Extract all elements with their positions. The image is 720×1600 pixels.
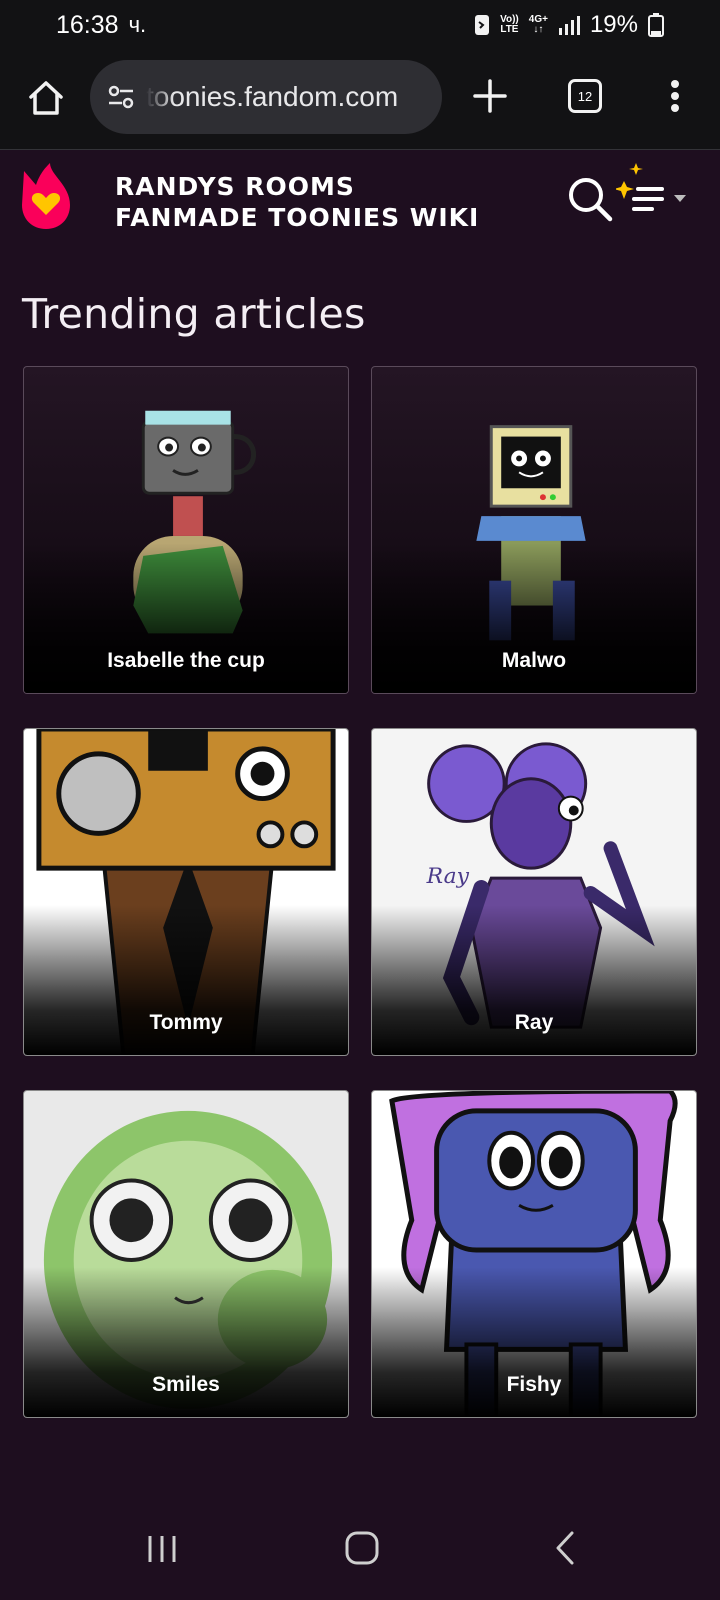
data-arrows-icon: ↓↑ bbox=[533, 24, 544, 35]
article-card-tommy[interactable]: Tommy bbox=[23, 728, 349, 1056]
battery-percent: 19% bbox=[589, 11, 638, 38]
volte-bottom: LTE bbox=[500, 24, 519, 35]
svg-text:Ray: Ray bbox=[426, 864, 470, 889]
volte-indicator: Vo)) LTE bbox=[500, 15, 519, 35]
tab-switcher-button[interactable]: 12 bbox=[568, 79, 602, 113]
tab-count: 12 bbox=[577, 88, 593, 104]
article-card-ray[interactable]: Ray Ray bbox=[371, 728, 697, 1056]
back-icon[interactable] bbox=[552, 1530, 578, 1566]
plus-icon[interactable] bbox=[470, 76, 510, 116]
article-label: Fishy bbox=[506, 1373, 562, 1396]
more-vert-icon[interactable] bbox=[660, 76, 690, 116]
sparkle-menu-icon[interactable] bbox=[614, 161, 706, 231]
status-right: Vo)) LTE 4G+ ↓↑ 19% bbox=[474, 11, 664, 39]
signal-icon bbox=[558, 14, 580, 36]
recents-icon[interactable] bbox=[146, 1534, 178, 1564]
article-label: Ray bbox=[514, 1011, 554, 1034]
article-label: Malwo bbox=[501, 649, 567, 672]
article-card-isabelle[interactable]: Isabelle the cup bbox=[23, 366, 349, 694]
article-card-fishy[interactable]: Fishy bbox=[371, 1090, 697, 1418]
article-label: Tommy bbox=[149, 1011, 223, 1034]
tune-icon[interactable] bbox=[106, 82, 136, 112]
article-label: Smiles bbox=[152, 1373, 220, 1396]
url-text[interactable]: toonies.fandom.com bbox=[146, 81, 398, 113]
browser-toolbar: toonies.fandom.com 12 bbox=[0, 50, 720, 150]
wiki-title-line2: FANMADE TOONIES WIKI bbox=[115, 203, 480, 232]
wiki-title[interactable]: RANDYS ROOMS FANMADE TOONIES WIKI bbox=[115, 171, 515, 233]
status-bar: 16:38 ч. Vo)) LTE 4G+ ↓↑ 19% bbox=[0, 0, 720, 50]
article-card-malwo[interactable]: Malwo bbox=[371, 366, 697, 694]
home-icon[interactable] bbox=[26, 78, 66, 118]
fandom-logo-icon[interactable] bbox=[20, 163, 72, 229]
nfc-icon bbox=[474, 14, 490, 36]
address-bar[interactable]: toonies.fandom.com bbox=[90, 60, 442, 134]
article-label: Isabelle the cup bbox=[107, 649, 265, 672]
system-nav-bar bbox=[0, 1504, 720, 1600]
status-left: 16:38 ч. bbox=[56, 11, 146, 40]
wiki-header: RANDYS ROOMS FANMADE TOONIES WIKI bbox=[0, 151, 720, 251]
status-time: 16:38 bbox=[56, 10, 119, 39]
data-type-indicator: 4G+ ↓↑ bbox=[529, 15, 548, 35]
wiki-title-line1: RANDYS ROOMS bbox=[115, 172, 355, 201]
nav-home-icon[interactable] bbox=[344, 1530, 380, 1566]
status-carrier-mark: ч. bbox=[128, 12, 147, 37]
trending-heading: Trending articles bbox=[22, 290, 366, 338]
article-card-smiles[interactable]: Smiles bbox=[23, 1090, 349, 1418]
search-icon[interactable] bbox=[566, 175, 614, 223]
battery-icon bbox=[648, 13, 664, 37]
